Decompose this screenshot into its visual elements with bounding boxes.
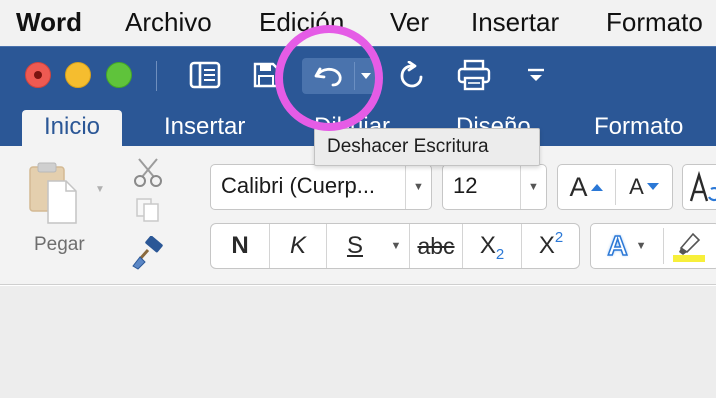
menu-ver[interactable]: Ver: [390, 6, 429, 38]
superscript-button[interactable]: X2: [522, 224, 580, 268]
shrink-font-button[interactable]: A: [616, 165, 673, 209]
tab-insertar[interactable]: Insertar: [164, 110, 245, 146]
grow-font-button[interactable]: A: [558, 165, 615, 209]
paste-label: Pegar: [34, 234, 85, 255]
text-effects-dropdown-icon[interactable]: ▼: [636, 240, 647, 252]
zoom-window-button[interactable]: [106, 62, 132, 88]
redo-icon[interactable]: [396, 59, 428, 91]
tab-inicio[interactable]: Inicio: [22, 110, 123, 146]
toolbar-divider: [156, 61, 157, 91]
font-family-value: Calibri (Cuerp...: [221, 173, 376, 198]
italic-button[interactable]: K: [270, 224, 326, 268]
subscript-base: X: [479, 232, 496, 259]
subscript-button[interactable]: X2: [463, 224, 521, 268]
change-case-button[interactable]: [682, 164, 716, 210]
copy-icon[interactable]: [134, 196, 164, 226]
bold-button[interactable]: N: [211, 224, 269, 268]
strikethrough-button[interactable]: abc: [410, 224, 462, 268]
paste-icon[interactable]: [26, 161, 90, 225]
font-size-value: 12: [453, 173, 478, 198]
highlighter-icon[interactable]: [671, 228, 711, 264]
menu-app-word[interactable]: Word: [16, 6, 82, 38]
text-effects-button[interactable]: A ▼: [591, 224, 663, 268]
highlight-circle: [275, 25, 383, 131]
subscript-mark: 2: [495, 245, 505, 263]
minimize-window-button[interactable]: [65, 62, 91, 88]
text-effects-label: A: [607, 229, 629, 262]
customize-toolbar-icon[interactable]: [524, 63, 548, 87]
font-family-select[interactable]: Calibri (Cuerp... ▼: [210, 164, 432, 210]
paste-dropdown-icon[interactable]: ▼: [95, 184, 105, 195]
tab-formato[interactable]: Formato: [594, 110, 683, 146]
superscript-base: X: [538, 232, 555, 259]
print-icon[interactable]: [455, 57, 493, 93]
font-size-adjust-group: A A: [557, 164, 673, 210]
font-size-select[interactable]: 12 ▼: [442, 164, 547, 210]
sidebar-icon[interactable]: [188, 60, 222, 90]
menu-archivo[interactable]: Archivo: [125, 6, 212, 38]
font-family-dropdown-icon[interactable]: ▼: [405, 165, 431, 209]
menu-formato[interactable]: Formato: [606, 6, 703, 38]
format-painter-icon[interactable]: [130, 235, 166, 272]
caret-up-icon: [590, 184, 603, 191]
undo-tooltip: Deshacer Escritura: [314, 128, 540, 166]
change-case-icon: [689, 170, 716, 202]
close-window-button[interactable]: [25, 62, 51, 88]
character-format-bar: N K S ▼ abc X2 X2: [210, 223, 580, 269]
underline-dropdown-icon[interactable]: ▼: [383, 224, 409, 268]
cut-icon[interactable]: [132, 156, 164, 188]
shrink-font-label: A: [629, 174, 644, 199]
text-effects-highlight-group: A ▼: [590, 223, 716, 269]
menu-insertar[interactable]: Insertar: [471, 6, 559, 38]
font-size-dropdown-icon[interactable]: ▼: [520, 165, 546, 209]
superscript-mark: 2: [554, 228, 564, 246]
document-area[interactable]: [0, 286, 716, 398]
caret-down-icon: [646, 183, 659, 190]
ribbon-panel: ▼ Pegar Calibri (Cuerp... ▼ 12 ▼ A A N K…: [0, 146, 716, 285]
grow-font-label: A: [569, 171, 588, 202]
underline-button[interactable]: S: [327, 224, 383, 268]
effects-divider: [663, 228, 664, 264]
